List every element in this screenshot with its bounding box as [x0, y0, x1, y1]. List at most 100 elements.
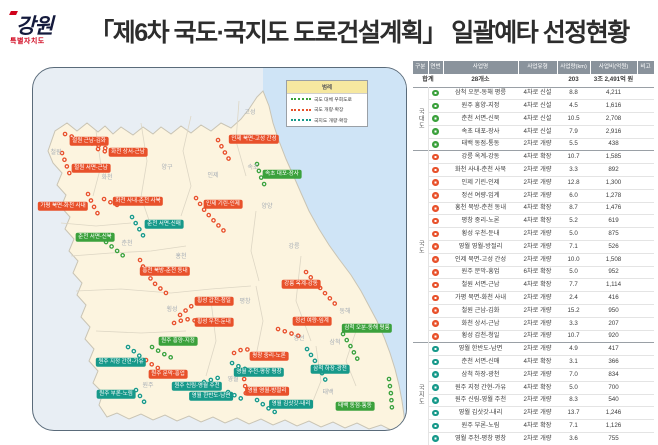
legend-swatch-red-dotted-line — [291, 108, 311, 111]
region-name: 고성 — [244, 110, 256, 116]
project-map-label: 삼척 하장-광천 — [310, 364, 350, 374]
project-map-label: 가평 북면-화천 사내 — [37, 201, 89, 211]
project-map-label: 인제 기린-인제 — [203, 199, 243, 209]
project-note-cell — [637, 177, 654, 190]
route-marker-icon — [432, 256, 440, 263]
group-category-label: 국지도 — [413, 342, 429, 445]
col-header-length: 사업량(km) — [557, 61, 591, 74]
project-length-cell: 3.3 — [569, 166, 578, 174]
project-note-cell — [637, 164, 654, 177]
table-row: 가평 북면-화천 사내 2차로 개량 2.4 416 — [413, 291, 654, 305]
project-type-cell: 2차로 개량 — [523, 242, 552, 250]
table-header-row: 구분 연번 사업명 사업유형 사업량(km) 사업비(억원) 비고 — [413, 61, 655, 74]
project-cost-cell: 834 — [608, 370, 619, 378]
row-number-cell — [428, 113, 443, 126]
table-row: 원주 문막-흥업 6차로 확장 5.0 952 — [413, 266, 654, 279]
project-cost-cell: 416 — [608, 294, 619, 302]
project-map-label: 횡성 갑천-청일 — [194, 296, 234, 306]
row-number-cell — [428, 317, 443, 330]
page-title: 「제6차 국도·국지도 도로건설계획」 일괄예타 선정현황 — [89, 19, 630, 47]
route-marker-icon — [432, 435, 440, 442]
project-length-cell: 7.7 — [569, 281, 578, 289]
project-cost-cell: 1,476 — [605, 204, 622, 212]
project-length-cell: 7.1 — [569, 242, 578, 250]
region-name: 철원 — [50, 150, 62, 156]
project-length-cell: 10.7 — [567, 153, 580, 161]
project-cost-cell: 892 — [608, 166, 619, 174]
project-cost-cell: 207 — [608, 319, 619, 327]
col-header-type: 사업유형 — [518, 61, 558, 74]
project-cost-cell: 1,508 — [605, 255, 622, 263]
project-length-cell: 8.3 — [569, 396, 578, 404]
project-cost-cell: 417 — [608, 345, 619, 353]
project-map-label: 강릉 옥계-강동 — [281, 279, 321, 289]
project-length-cell: 5.2 — [569, 217, 578, 225]
project-length-cell: 7.9 — [569, 127, 578, 135]
project-map-label: 횡성 우천-둔내 — [194, 317, 234, 327]
col-header-project: 사업명 — [443, 61, 519, 74]
project-type-cell: 4차로 확장 — [523, 358, 552, 366]
projects-table-wrap: 구분 연번 사업명 사업유형 사업량(km) 사업비(억원) 비고 합계 28개… — [413, 61, 655, 445]
project-note-cell — [637, 317, 654, 330]
project-length-cell: 6.0 — [569, 191, 578, 199]
table-row: 원주 부론-노림 4차로 확장 7.1 1,126 — [413, 419, 654, 433]
region-name: 영월 — [227, 377, 239, 383]
project-map-label: 홍천 북방-춘천 동내 — [139, 266, 191, 276]
route-marker-icon — [432, 384, 440, 391]
project-length-cell: 7.1 — [569, 422, 578, 430]
route-marker-icon — [432, 332, 440, 340]
project-name-cell: 횡성 갑천-청일 — [461, 332, 500, 340]
table-row: 국도 강릉 옥계-강동 4차로 확장 10.7 1,585 — [413, 150, 654, 343]
legend-swatch-green-dotted-line — [291, 98, 311, 101]
row-number-cell — [428, 330, 443, 343]
route-marker-icon — [432, 102, 440, 110]
table-row: 영월 영월-방절리 2차로 개량 7.1 526 — [413, 240, 654, 254]
table-row: 횡성 우천-둔내 2차로 개량 5.0 875 — [413, 227, 654, 241]
gangwon-map-panel: 범례 국도 대체 우회도로 국도 개량·확장 국지도 개량·확장 철원 화천 양구 고성 인… — [32, 67, 407, 431]
project-length-cell: 2.4 — [569, 294, 578, 302]
map-legend: 범례 국도 대체 우회도로 국도 개량·확장 국지도 개량·확장 — [286, 80, 368, 127]
project-note-cell — [637, 381, 654, 394]
project-name-cell: 화천 사내-춘천 사북 — [454, 166, 507, 174]
row-number-cell — [428, 343, 443, 356]
table-row: 평창 중리-노론 4차로 확장 5.2 619 — [413, 214, 654, 228]
table-row: 원주 흥양-지정 4차로 신설 4.5 1,616 — [413, 99, 654, 113]
table-row: 영월 김삿갓-내리 2차로 개량 13.7 1,246 — [413, 406, 654, 420]
group-category-label: 국도 — [413, 150, 429, 343]
project-name-cell: 태백 동점-통동 — [461, 140, 500, 148]
project-note-cell — [637, 394, 654, 407]
logo-subtext: 특별자치도 — [10, 38, 45, 45]
route-marker-icon — [432, 141, 440, 148]
project-cost-cell: 2,708 — [605, 114, 622, 122]
col-header-note: 비고 — [637, 61, 655, 74]
region-name: 인제 — [207, 173, 219, 179]
project-length-cell: 5.0 — [569, 383, 578, 391]
route-marker-icon — [432, 89, 440, 97]
row-number-cell — [428, 356, 443, 369]
project-length-cell: 10.7 — [567, 332, 580, 340]
table-row: 홍천 북방-춘천 동내 4차로 확장 8.7 1,476 — [413, 202, 654, 215]
project-type-cell: 2차로 개량 — [523, 319, 552, 327]
route-marker-icon — [432, 179, 440, 186]
table-row: 삼척 하장-광천 2차로 개량 7.0 834 — [413, 368, 654, 382]
project-map-label: 원주 흥양-지정 — [158, 336, 198, 346]
project-map-label: 속초 대포-장사 — [262, 169, 302, 179]
project-cost-cell: 1,278 — [605, 191, 622, 199]
project-map-label: 평창 중리-노론 — [249, 351, 289, 361]
project-cost-cell: 700 — [608, 383, 619, 391]
project-map-label: 화천 사내-춘천 사북 — [112, 196, 164, 206]
project-name-cell: 속초 대포-장사 — [461, 127, 500, 135]
project-name-cell: 철원 근남-김화 — [461, 306, 500, 314]
region-name: 양구 — [161, 165, 173, 171]
project-map-label: 화천 상서-근남 — [108, 147, 148, 157]
table-row: 춘천 서면-신북 4차로 신설 10.5 2,708 — [413, 112, 654, 126]
total-note — [637, 74, 654, 87]
project-cost-cell: 526 — [608, 242, 619, 250]
project-name-cell: 원주 부론-노림 — [461, 422, 500, 430]
project-map-label: 인제 북면-고성 간성 — [228, 134, 280, 144]
route-marker-icon — [432, 294, 440, 302]
project-length-cell: 3.6 — [569, 434, 578, 442]
project-name-cell: 강릉 옥계-강동 — [461, 153, 500, 161]
region-name: 춘천 — [121, 241, 133, 247]
project-note-cell — [637, 279, 654, 292]
